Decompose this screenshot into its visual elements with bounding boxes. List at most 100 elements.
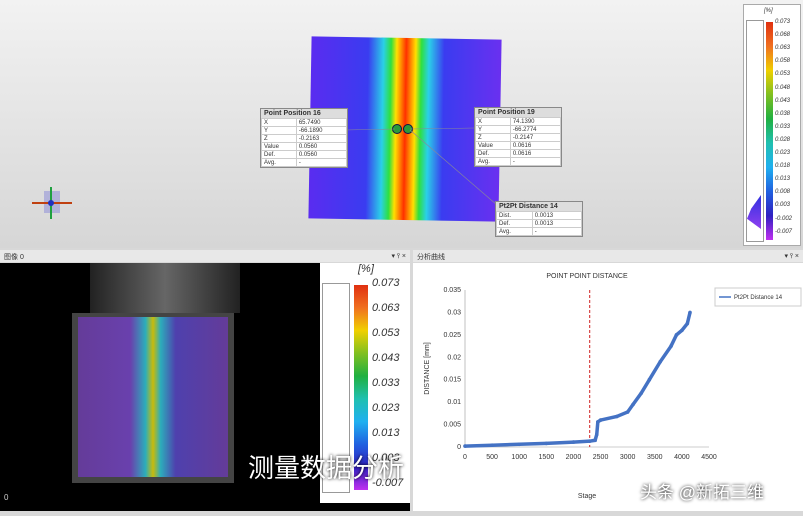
row-value: 74.1390 [509,117,562,126]
row-label: X [475,117,511,126]
row-value: - [531,227,583,236]
data-point [669,344,673,348]
leader-lines [344,127,498,206]
box-row: X 74.1390 [475,117,562,126]
x-tick-label: 3500 [647,454,663,461]
x-tick-label: 1500 [539,454,555,461]
data-point [587,439,592,443]
row-label: Avg. [496,227,533,236]
scale-label: 0.033 [775,123,791,130]
row-value: -0.2163 [295,134,348,143]
row-value: - [509,157,562,166]
y-tick-label: 0.035 [443,287,461,294]
histogram [746,20,764,242]
point-position-19-box: Point Position 19 X 74.1390 Y -66.2774 Z -0.21… [474,107,562,167]
data-point [647,377,652,382]
data-point [680,328,684,333]
scale-label: 0.073 [372,277,400,289]
x-tick-label: 2500 [593,454,609,461]
x-tick-label: 4000 [674,454,690,461]
x-tick-label: 4500 [701,454,717,461]
box-row: Def. 0.0013 [496,219,583,228]
scale-label: 0.023 [372,402,400,414]
axis-triad-icon [32,187,72,219]
x-tick-label: 1000 [511,454,527,461]
color-bar [766,22,773,240]
box-row: Dist. 0.0013 [496,211,583,220]
series-line [464,312,692,448]
scale-label: 0.003 [775,202,791,209]
scale-label: 0.043 [775,97,791,104]
watermark: 头条 @新拓三维 [640,483,764,502]
scale-label: 0.048 [775,84,791,91]
legend-label: Pt2Pt Distance 14 [734,295,783,301]
row-value: -0.2147 [509,133,562,142]
data-point [688,310,692,315]
row-value: - [295,158,348,167]
scale-unit: [%] [358,263,374,275]
y-tick-label: 0.03 [447,309,461,316]
grip-top [90,263,240,313]
y-tick-label: 0.005 [443,422,461,429]
row-value: -66.2774 [509,125,562,134]
box-title: Point Position 16 [261,109,347,118]
box-row: Avg. - [261,158,348,167]
row-label: Z [261,134,297,143]
box-row: Y -66.2774 [475,125,562,134]
row-label: Def. [475,149,511,158]
scale-label: 0.063 [372,302,400,314]
box-row: X 65.7490 [261,118,348,127]
chart-panel-header: 分析曲线 ▾ ⫯ × [413,250,803,262]
scale-label: 0.028 [775,136,791,143]
box-row: Avg. - [496,227,583,236]
row-value: 0.0616 [509,141,562,150]
row-label: Avg. [475,157,511,166]
3d-view[interactable]: Point Position 16 X 65.7490 Y -66.1890 Z -0.21… [0,0,803,248]
pt2pt-distance-14-box: Pt2Pt Distance 14 Dist. 0.0013 Def. 0.0013 Av… [495,201,583,237]
box-row: Y -66.1890 [261,126,348,135]
panel-controls[interactable]: ▾ ⫯ × [391,252,406,261]
scale-label: 0.043 [372,352,400,364]
data-point [463,444,467,448]
scale-label: -0.002 [775,215,793,222]
data-point [631,402,635,407]
chart-panel-title: 分析曲线 [417,254,445,261]
data-point [517,442,522,447]
row-value: 0.0560 [295,150,348,159]
data-point [615,414,619,419]
box-row: Def. 0.0616 [475,149,562,158]
scale-label: 0.013 [372,427,400,439]
x-tick-label: 500 [486,454,498,461]
box-row: Value 0.0616 [475,141,562,150]
y-tick-label: 0.01 [447,399,461,406]
scale-label: 0.063 [775,45,791,52]
row-value: 0.0013 [531,211,583,220]
row-label: Value [475,141,511,150]
data-point [674,333,679,337]
y-tick-label: 0.025 [443,332,461,339]
row-label: Y [475,125,511,134]
x-tick-label: 0 [463,454,467,461]
panel-controls[interactable]: ▾ ⫯ × [784,252,799,261]
box-row: Z -0.2163 [261,134,348,143]
point-position-16-box: Point Position 16 X 65.7490 Y -66.1890 Z -0.21… [260,108,348,168]
row-value: -66.1890 [295,126,348,135]
box-row: Value 0.0560 [261,142,348,151]
scale-label: 0.013 [775,176,791,183]
row-label: X [261,118,297,127]
box-row: Def. 0.0560 [261,150,348,159]
row-label: Dist. [496,211,533,220]
data-point [593,438,597,443]
image-panel-header: 图像 0 ▾ ⫯ × [0,250,410,262]
row-label: Y [261,126,297,135]
data-point [658,359,662,364]
video-subtitle: 测量数据分析 [248,453,405,483]
data-point [571,440,576,444]
box-title: Point Position 19 [475,108,561,117]
image-panel-title: 图像 0 [4,254,24,261]
data-point [598,418,603,422]
row-value: 0.0616 [509,149,562,158]
row-value: 65.7490 [295,118,348,127]
data-point [685,321,690,326]
row-label: Avg. [261,158,297,167]
